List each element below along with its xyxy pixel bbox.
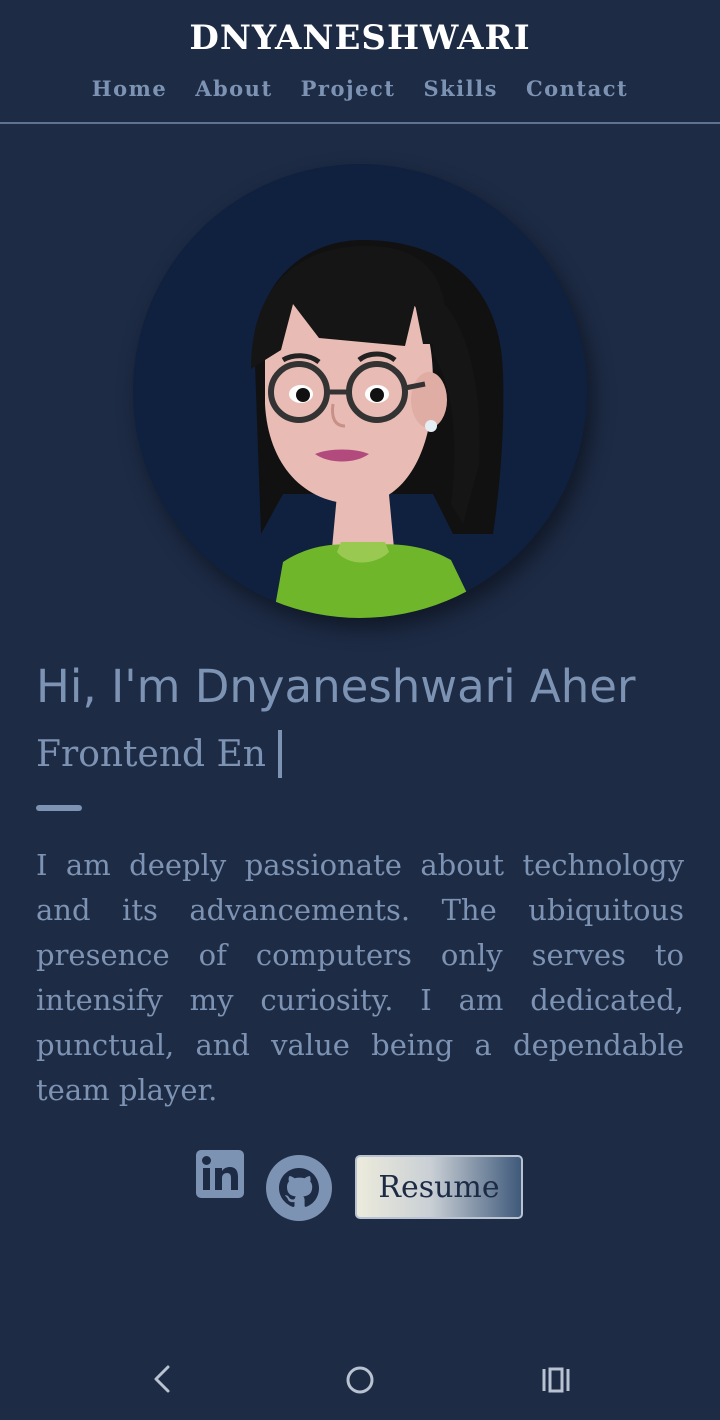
typing-cursor: [277, 730, 282, 778]
nav-skills[interactable]: Skills: [423, 76, 497, 101]
back-icon[interactable]: [150, 1364, 176, 1394]
resume-button[interactable]: Resume: [355, 1155, 523, 1219]
divider: [36, 805, 82, 811]
nav-home[interactable]: Home: [92, 76, 167, 101]
social-links: Resume: [0, 1150, 720, 1222]
hero-subline: Frontend En: [36, 730, 282, 778]
brand-title[interactable]: DNYANESHWARI: [0, 18, 720, 58]
avatar-illustration: [251, 240, 504, 618]
nav-contact[interactable]: Contact: [526, 76, 628, 101]
site-header: DNYANESHWARI Home About Project Skills C…: [0, 0, 720, 124]
main-nav: Home About Project Skills Contact: [0, 76, 720, 101]
recent-apps-icon[interactable]: [540, 1366, 572, 1394]
system-navigation-bar: [0, 1340, 720, 1420]
subline-text: Frontend En: [36, 733, 266, 775]
hero-headline: Hi, I'm Dnyaneshwari Aher: [36, 660, 636, 713]
linkedin-icon[interactable]: [196, 1150, 244, 1198]
nav-project[interactable]: Project: [301, 76, 396, 101]
github-icon[interactable]: [266, 1155, 332, 1221]
bio-paragraph: I am deeply passionate about technology …: [36, 848, 684, 1107]
nav-about[interactable]: About: [195, 76, 272, 101]
avatar: [133, 164, 587, 618]
home-icon[interactable]: [344, 1364, 376, 1396]
